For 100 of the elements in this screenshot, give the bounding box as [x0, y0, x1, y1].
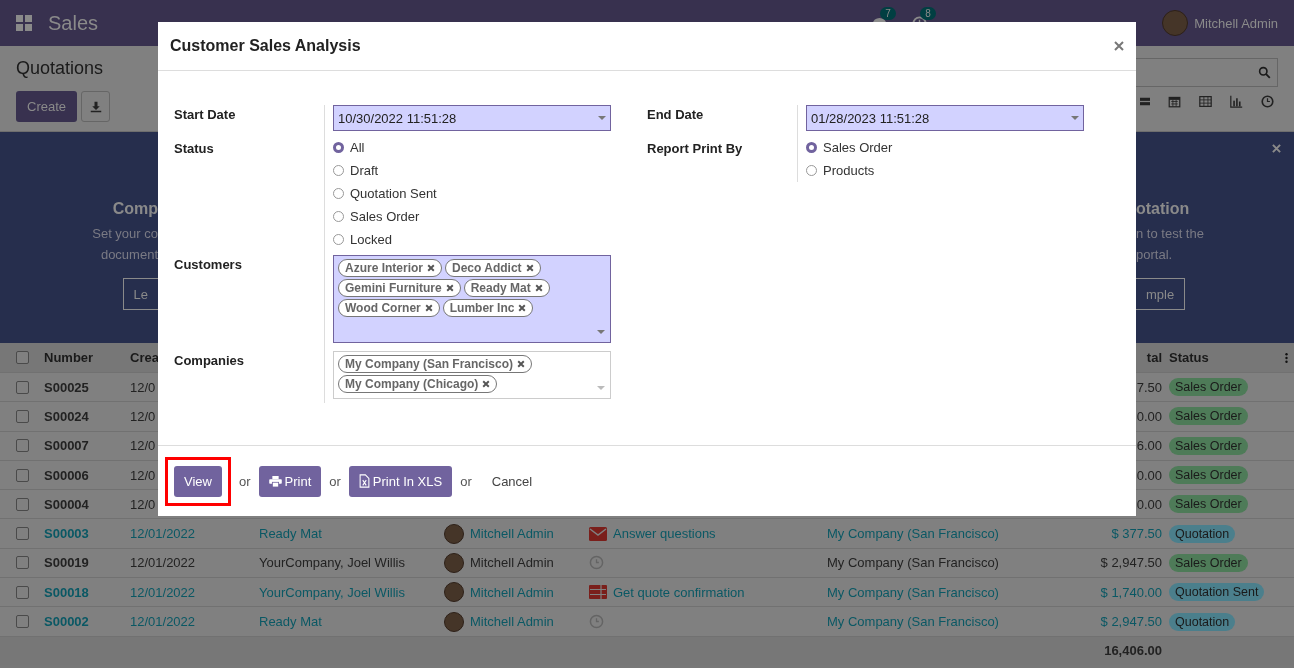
remove-icon[interactable] [482, 380, 491, 388]
calendar-view-icon[interactable] [1168, 95, 1181, 108]
row-checkbox[interactable] [16, 556, 29, 570]
company-name: My Company (San Francisco) [827, 526, 999, 542]
user-name[interactable]: Mitchell Admin [1194, 15, 1278, 31]
order-number: S00004 [43, 496, 90, 512]
row-checkbox[interactable] [16, 468, 29, 482]
order-number: S00002 [43, 614, 90, 629]
companies-field[interactable]: My Company (San Francisco) My Company (Chicago) [333, 351, 611, 399]
amount-total: $ 2,947.50 [1100, 555, 1162, 571]
banner-heading: otation [1136, 200, 1190, 218]
remove-icon[interactable] [517, 360, 526, 368]
customer-name: Ready Mat [259, 526, 322, 542]
option-label[interactable]: Sales Order [823, 140, 893, 155]
radio-button[interactable] [806, 142, 817, 153]
option-label[interactable]: Draft [350, 163, 379, 178]
option-label[interactable]: All [350, 140, 365, 155]
download-button[interactable] [81, 91, 111, 122]
option-label[interactable]: Products [823, 163, 875, 178]
activity-count-badge: 8 [920, 6, 936, 20]
option-label[interactable]: Locked [350, 232, 392, 247]
avatar-icon [444, 611, 464, 632]
remove-icon[interactable] [518, 304, 527, 312]
caret-icon [1071, 116, 1079, 120]
date-value: 10/30/2022 11:51:28 [338, 110, 457, 126]
row-checkbox[interactable] [16, 497, 29, 511]
kanban-view-icon[interactable] [1140, 95, 1150, 108]
select-all-checkbox[interactable] [16, 351, 29, 364]
kebab-menu-icon[interactable] [1285, 351, 1288, 364]
close-icon[interactable] [1114, 41, 1124, 51]
amount-total: 6.00 [1136, 438, 1162, 454]
option-label[interactable]: Sales Order [350, 209, 420, 224]
column-header[interactable]: Number [40, 343, 126, 372]
field-label: Start Date [174, 106, 237, 124]
radio-button[interactable] [333, 165, 344, 176]
customers-field[interactable]: Azure Interior Deco Addict Gemini Furniture Ready Mat Wood Corner Lumber Inc [333, 255, 611, 343]
table-view-icon[interactable] [1199, 95, 1212, 108]
amount-total: 0.00 [1136, 408, 1162, 424]
option-label[interactable]: Quotation Sent [350, 186, 437, 201]
remove-icon[interactable] [525, 264, 534, 272]
app-name[interactable]: Sales [48, 11, 99, 35]
status-badge: Sales Order [1169, 378, 1248, 397]
banner-text: portal. [1136, 247, 1173, 262]
remove-icon[interactable] [445, 284, 454, 292]
tag-label: Ready Mat [470, 281, 531, 295]
avatar-icon [444, 582, 464, 603]
row-checkbox[interactable] [16, 380, 29, 394]
action-button[interactable]: Print [258, 465, 322, 497]
caret-icon [597, 330, 605, 334]
customer-name: YourCompany, Joel Willis [259, 584, 405, 600]
row-checkbox[interactable] [16, 439, 29, 453]
salesperson-name: Mitchell Admin [470, 614, 554, 629]
date-cell: 12/0 [130, 496, 156, 512]
bar-chart-icon[interactable] [1230, 95, 1243, 108]
task-list-icon[interactable] [589, 585, 607, 600]
row-checkbox[interactable] [16, 615, 29, 628]
date-cell: 12/0 [130, 379, 156, 395]
clock-icon[interactable] [1261, 95, 1274, 108]
radio-button[interactable] [806, 165, 817, 176]
message-count-badge: 7 [880, 6, 896, 20]
status-badge: Quotation [1169, 524, 1236, 543]
radio-button[interactable] [333, 188, 344, 199]
envelope-icon[interactable] [589, 526, 607, 541]
row-checkbox[interactable] [16, 527, 29, 541]
tag-label: Gemini Furniture [345, 281, 442, 295]
radio-button[interactable] [333, 211, 344, 222]
sum-total: 16,406.00 [1103, 643, 1163, 659]
radio-button[interactable] [333, 142, 344, 153]
tag-label: Azure Interior [345, 261, 423, 275]
status-badge: Quotation [1169, 612, 1236, 631]
tag-label: My Company (Chicago) [345, 377, 479, 391]
action-button[interactable]: Print In XLS [348, 465, 453, 497]
date-field[interactable]: 01/28/2023 11:51:28 [806, 105, 1084, 131]
remove-icon[interactable] [427, 264, 435, 272]
order-number: S00019 [43, 555, 90, 571]
status-badge: Quotation Sent [1169, 583, 1265, 602]
dialog-title: Customer Sales Analysis [170, 37, 361, 55]
salesperson-name: Mitchell Admin [470, 584, 554, 600]
amount-total: 0.00 [1136, 496, 1162, 512]
action-button[interactable]: View [174, 465, 222, 497]
close-icon[interactable] [1272, 144, 1281, 153]
app-grid-icon[interactable] [16, 15, 32, 31]
cancel-link[interactable]: Cancel [479, 473, 545, 489]
row-checkbox[interactable] [16, 409, 29, 423]
column-header[interactable]: Status [1169, 350, 1209, 365]
salesperson-name: Mitchell Admin [470, 555, 554, 571]
create-button[interactable]: Create [16, 91, 78, 122]
remove-icon[interactable] [424, 304, 433, 312]
tag-label: Deco Addict [452, 261, 522, 275]
date-field[interactable]: 10/30/2022 11:51:28 [333, 105, 611, 131]
remove-icon[interactable] [534, 284, 543, 292]
customer-name: Ready Mat [259, 614, 322, 629]
order-number: S00024 [43, 408, 90, 424]
row-checkbox[interactable] [16, 585, 29, 599]
field-label: Companies [174, 352, 246, 370]
date-value: 01/28/2023 11:51:28 [811, 110, 930, 126]
avatar-icon [444, 523, 464, 544]
search-icon[interactable] [1258, 66, 1271, 79]
download-icon [89, 100, 102, 113]
radio-button[interactable] [333, 234, 344, 245]
